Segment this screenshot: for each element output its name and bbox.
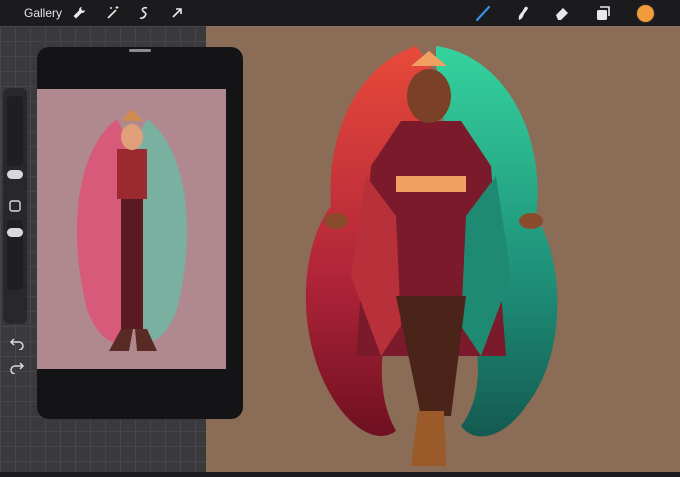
color-icon[interactable] xyxy=(636,4,655,23)
transform-arrow-icon[interactable] xyxy=(168,4,186,22)
magic-wand-icon[interactable] xyxy=(104,4,122,22)
gallery-button[interactable]: Gallery xyxy=(24,6,62,20)
canvas[interactable] xyxy=(206,26,680,472)
reference-window[interactable] xyxy=(37,47,243,419)
selection-icon[interactable] xyxy=(136,4,154,22)
smudge-icon[interactable] xyxy=(513,4,531,22)
opacity-handle[interactable] xyxy=(7,228,23,237)
wrench-icon[interactable] xyxy=(70,4,88,22)
reference-drag-handle[interactable] xyxy=(129,49,151,52)
brush-size-slider[interactable] xyxy=(7,96,23,179)
opacity-slider[interactable] xyxy=(7,220,23,290)
undo-icon[interactable] xyxy=(9,336,25,350)
brush-icon[interactable] xyxy=(474,4,492,22)
modify-button[interactable] xyxy=(9,200,21,212)
layers-icon[interactable] xyxy=(594,4,612,22)
eraser-icon[interactable] xyxy=(553,4,571,22)
reference-image xyxy=(37,89,226,369)
redo-icon[interactable] xyxy=(9,360,25,374)
brush-size-handle[interactable] xyxy=(7,170,23,179)
artwork xyxy=(305,46,558,466)
top-toolbar: Gallery xyxy=(0,0,680,26)
sidebar xyxy=(3,88,27,374)
